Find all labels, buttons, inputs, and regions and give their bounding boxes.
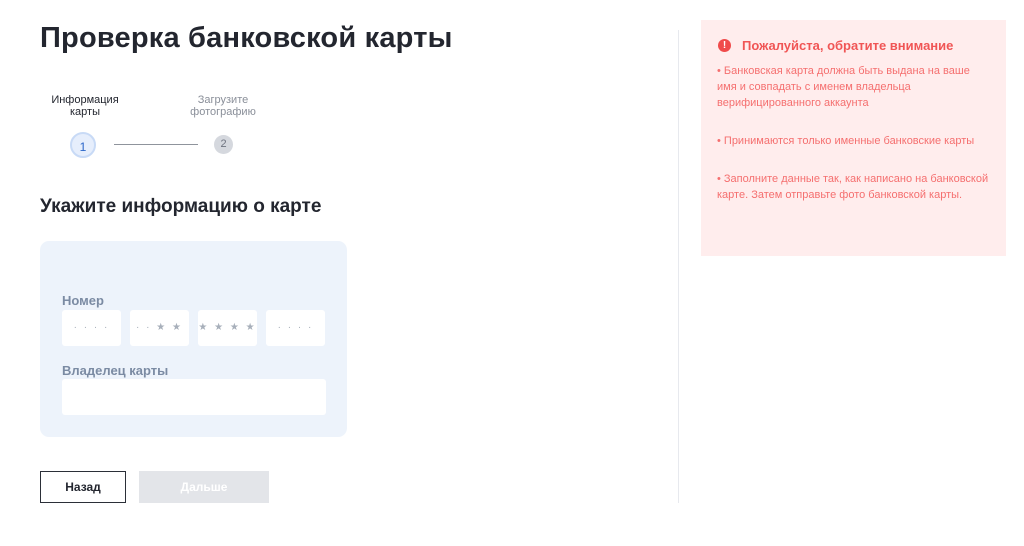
card-number-segment-3[interactable]: ★ ★ ★ ★ xyxy=(198,310,257,346)
notice-header: ! Пожалуйста, обратите внимание xyxy=(717,38,990,53)
step-1-indicator: 1 xyxy=(70,132,96,158)
card-number-segment-2[interactable]: · · ★ ★ xyxy=(130,310,189,346)
section-title: Укажите информацию о карте xyxy=(40,196,322,217)
page-title: Проверка банковской карты xyxy=(40,22,453,54)
card-info-form: Номер · · · · · · ★ ★ ★ ★ ★ ★ · · · · Вл… xyxy=(40,241,347,437)
card-owner-input[interactable] xyxy=(62,379,326,415)
step-1-label: Информация карты xyxy=(51,94,119,118)
stepper: Информация карты Загрузите фотографию 1 … xyxy=(40,90,300,160)
notice-item: • Принимаются только именные банковские … xyxy=(717,135,975,147)
notice-title: Пожалуйста, обратите внимание xyxy=(742,38,954,53)
step-connector xyxy=(114,144,198,145)
back-button[interactable]: Назад xyxy=(40,471,126,503)
notice-panel: ! Пожалуйста, обратите внимание • Банков… xyxy=(701,20,1006,256)
next-button[interactable]: Дальше xyxy=(139,471,269,503)
card-owner-label: Владелец карты xyxy=(62,363,169,378)
card-number-segment-1[interactable]: · · · · xyxy=(62,310,121,346)
alert-icon: ! xyxy=(718,39,731,52)
card-number-label: Номер xyxy=(62,293,104,308)
notice-item: • Банковская карта должна быть выдана на… xyxy=(717,65,970,109)
step-2-label: Загрузите фотографию xyxy=(190,94,256,118)
card-number-segment-4[interactable]: · · · · xyxy=(266,310,325,346)
notice-item: • Заполните данные так, как написано на … xyxy=(717,173,989,201)
step-2-indicator: 2 xyxy=(214,135,233,154)
column-divider xyxy=(678,30,679,503)
